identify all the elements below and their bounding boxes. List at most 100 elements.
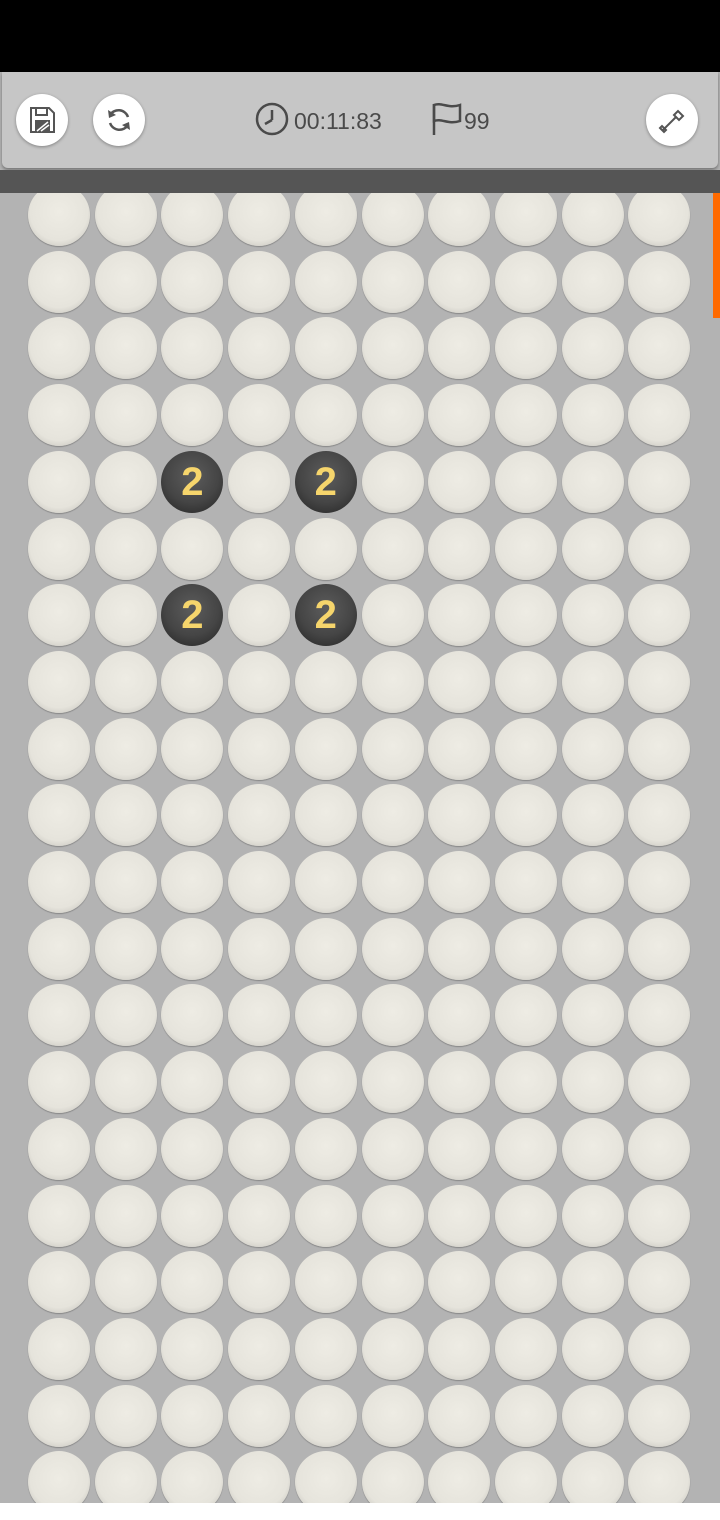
hidden-cell[interactable] [161,1051,224,1114]
hidden-cell[interactable] [28,784,90,847]
hidden-cell[interactable] [628,450,691,513]
hidden-cell[interactable] [561,1184,624,1247]
hidden-cell[interactable] [361,851,424,913]
hidden-cell[interactable] [161,1184,224,1247]
hidden-cell[interactable] [428,384,491,447]
hidden-cell[interactable] [94,984,157,1047]
hidden-cell[interactable] [561,450,624,513]
hidden-cell[interactable] [94,650,157,713]
hidden-cell[interactable] [428,584,491,647]
hidden-cell[interactable] [28,1317,90,1380]
hidden-cell[interactable] [428,450,491,513]
hidden-cell[interactable] [294,317,357,380]
hidden-cell[interactable] [28,984,90,1047]
hidden-cell[interactable] [494,1251,557,1314]
hidden-cell[interactable] [361,517,424,580]
hidden-cell[interactable] [428,1051,491,1114]
hidden-cell[interactable] [228,984,291,1047]
hidden-cell[interactable] [294,717,357,780]
hidden-cell[interactable] [361,984,424,1047]
hidden-cell[interactable] [161,851,224,913]
hidden-cell[interactable] [228,917,291,980]
hidden-cell[interactable] [94,1251,157,1314]
hidden-cell[interactable] [361,584,424,647]
hidden-cell[interactable] [361,450,424,513]
hidden-cell[interactable] [561,984,624,1047]
hidden-cell[interactable] [628,650,691,713]
hidden-cell[interactable] [494,193,557,246]
hidden-cell[interactable] [561,1384,624,1447]
hidden-cell[interactable] [228,1184,291,1247]
hidden-cell[interactable] [161,1384,224,1447]
hidden-cell[interactable] [628,1384,691,1447]
hidden-cell[interactable] [94,250,157,313]
hidden-cell[interactable] [228,250,291,313]
hidden-cell[interactable] [361,384,424,447]
hidden-cell[interactable] [294,1184,357,1247]
hidden-cell[interactable] [628,193,691,246]
hidden-cell[interactable] [628,384,691,447]
hidden-cell[interactable] [28,584,90,647]
hidden-cell[interactable] [428,1451,491,1503]
hidden-cell[interactable] [161,1317,224,1380]
hidden-cell[interactable] [294,384,357,447]
hidden-cell[interactable] [94,917,157,980]
hidden-cell[interactable] [28,317,90,380]
hidden-cell[interactable] [228,1251,291,1314]
hidden-cell[interactable] [561,1451,624,1503]
revealed-cell[interactable]: 2 [161,450,224,513]
revealed-cell[interactable]: 2 [294,450,357,513]
hidden-cell[interactable] [561,1317,624,1380]
hidden-cell[interactable] [561,317,624,380]
hidden-cell[interactable] [28,450,90,513]
hidden-cell[interactable] [94,1184,157,1247]
hidden-cell[interactable] [494,717,557,780]
hidden-cell[interactable] [161,384,224,447]
hidden-cell[interactable] [361,1184,424,1247]
hidden-cell[interactable] [161,717,224,780]
hidden-cell[interactable] [428,1384,491,1447]
hidden-cell[interactable] [561,784,624,847]
hidden-cell[interactable] [294,917,357,980]
hidden-cell[interactable] [28,1451,90,1503]
hidden-cell[interactable] [494,650,557,713]
save-button[interactable] [16,94,68,146]
hidden-cell[interactable] [494,1451,557,1503]
hidden-cell[interactable] [494,784,557,847]
hidden-cell[interactable] [494,1051,557,1114]
hidden-cell[interactable] [294,650,357,713]
hidden-cell[interactable] [361,1117,424,1180]
hidden-cell[interactable] [228,1051,291,1114]
hidden-cell[interactable] [361,193,424,246]
hidden-cell[interactable] [494,384,557,447]
hidden-cell[interactable] [228,450,291,513]
hidden-cell[interactable] [494,517,557,580]
hidden-cell[interactable] [94,384,157,447]
hidden-cell[interactable] [161,917,224,980]
hidden-cell[interactable] [428,317,491,380]
hidden-cell[interactable] [94,450,157,513]
hidden-cell[interactable] [628,1317,691,1380]
hidden-cell[interactable] [428,517,491,580]
hidden-cell[interactable] [628,517,691,580]
hidden-cell[interactable] [161,193,224,246]
hidden-cell[interactable] [494,1184,557,1247]
hidden-cell[interactable] [428,1317,491,1380]
hidden-cell[interactable] [628,851,691,913]
hidden-cell[interactable] [494,1384,557,1447]
hidden-cell[interactable] [361,1317,424,1380]
hidden-cell[interactable] [428,1251,491,1314]
hidden-cell[interactable] [361,250,424,313]
hidden-cell[interactable] [561,193,624,246]
hidden-cell[interactable] [628,584,691,647]
hidden-cell[interactable] [361,1451,424,1503]
hidden-cell[interactable] [361,784,424,847]
hidden-cell[interactable] [628,1251,691,1314]
hidden-cell[interactable] [494,1117,557,1180]
hidden-cell[interactable] [361,717,424,780]
hidden-cell[interactable] [28,250,90,313]
hidden-cell[interactable] [561,250,624,313]
hidden-cell[interactable] [161,317,224,380]
hidden-cell[interactable] [294,851,357,913]
hidden-cell[interactable] [161,650,224,713]
